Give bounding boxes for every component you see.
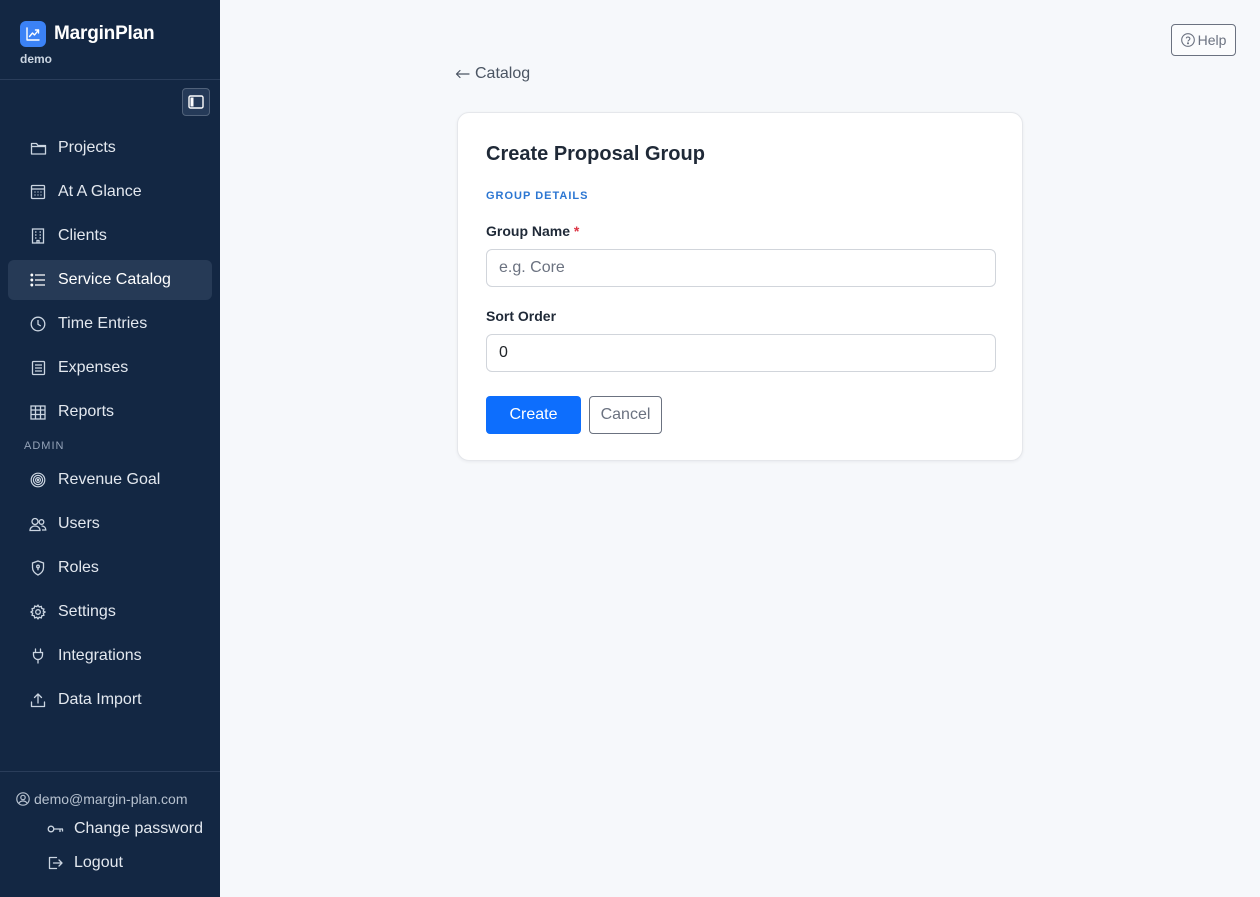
sidebar-item-service-catalog[interactable]: Service Catalog bbox=[8, 260, 212, 300]
upload-icon bbox=[29, 691, 47, 709]
group-name-input[interactable] bbox=[486, 249, 996, 287]
sidebar-item-label: Data Import bbox=[58, 691, 142, 708]
sidebar-item-clients[interactable]: Clients bbox=[8, 216, 212, 256]
logout-label: Logout bbox=[74, 854, 123, 871]
group-name-label-text: Group Name bbox=[486, 223, 571, 239]
sidebar-toggle-icon bbox=[188, 95, 204, 109]
sidebar-item-label: Projects bbox=[58, 139, 116, 156]
sidebar-item-label: Integrations bbox=[58, 647, 142, 664]
list-icon bbox=[29, 271, 47, 289]
sidebar-item-label: At A Glance bbox=[58, 183, 142, 200]
page-title: Create Proposal Group bbox=[486, 143, 705, 165]
back-to-catalog-link[interactable]: Catalog bbox=[455, 65, 530, 83]
sidebar-item-label: Reports bbox=[58, 403, 115, 420]
back-label: Catalog bbox=[475, 65, 531, 82]
sidebar-item-settings[interactable]: Settings bbox=[8, 592, 212, 632]
section-heading: GROUP DETAILS bbox=[486, 190, 589, 202]
chart-line-icon bbox=[20, 21, 46, 47]
sidebar-item-integrations[interactable]: Integrations bbox=[8, 636, 212, 676]
sidebar-item-revenue-goal[interactable]: Revenue Goal bbox=[8, 460, 212, 500]
sidebar-item-at-a-glance[interactable]: At A Glance bbox=[8, 172, 212, 212]
sidebar-item-label: Service Catalog bbox=[58, 271, 171, 288]
group-name-label: Group Name * bbox=[486, 223, 579, 239]
sidebar-item-users[interactable]: Users bbox=[8, 504, 212, 544]
sidebar-toggle-button[interactable] bbox=[182, 88, 210, 116]
receipt-icon bbox=[29, 359, 47, 377]
key-icon bbox=[46, 820, 64, 838]
change-password-link[interactable]: Change password bbox=[46, 820, 203, 838]
create-button[interactable]: Create bbox=[486, 396, 581, 434]
table-icon bbox=[29, 403, 47, 421]
arrow-left-icon bbox=[455, 69, 470, 79]
sidebar-item-label: Roles bbox=[58, 559, 99, 576]
tenant-name: demo bbox=[20, 52, 53, 66]
help-button[interactable]: Help bbox=[1171, 24, 1236, 56]
sidebar-footer: demo@margin-plan.com Change password Log… bbox=[0, 771, 220, 897]
user-email-text: demo@margin-plan.com bbox=[34, 791, 188, 807]
plug-icon bbox=[29, 647, 47, 665]
sidebar-item-label: Settings bbox=[58, 603, 116, 620]
logout-icon bbox=[46, 854, 64, 872]
sort-order-input[interactable] bbox=[486, 334, 996, 372]
sidebar-item-label: Users bbox=[58, 515, 100, 532]
user-circle-icon bbox=[16, 792, 30, 806]
help-label: Help bbox=[1197, 32, 1227, 48]
admin-section-label: ADMIN bbox=[24, 440, 65, 452]
folder-icon bbox=[29, 139, 47, 157]
user-email: demo@margin-plan.com bbox=[16, 791, 188, 807]
sort-order-label: Sort Order bbox=[486, 308, 557, 324]
sidebar-item-projects[interactable]: Projects bbox=[8, 128, 212, 168]
clock-icon bbox=[29, 315, 47, 333]
logout-link[interactable]: Logout bbox=[46, 854, 123, 872]
required-indicator: * bbox=[573, 223, 580, 239]
change-password-label: Change password bbox=[74, 820, 203, 837]
sidebar-nav: Projects At A Glance Clients Service Cat… bbox=[8, 128, 212, 724]
sidebar-item-label: Revenue Goal bbox=[58, 471, 161, 488]
shield-icon bbox=[29, 559, 47, 577]
brand: MarginPlan demo bbox=[0, 0, 220, 80]
sidebar: MarginPlan demo Projects At A Glance Cli… bbox=[0, 0, 220, 897]
app-name: MarginPlan bbox=[54, 23, 155, 44]
create-proposal-group-card: Create Proposal Group GROUP DETAILS Grou… bbox=[457, 112, 1023, 461]
target-icon bbox=[29, 471, 47, 489]
sidebar-item-reports[interactable]: Reports bbox=[8, 392, 212, 432]
building-icon bbox=[29, 227, 47, 245]
sidebar-item-time-entries[interactable]: Time Entries bbox=[8, 304, 212, 344]
sidebar-item-roles[interactable]: Roles bbox=[8, 548, 212, 588]
sidebar-item-label: Clients bbox=[58, 227, 107, 244]
sidebar-item-data-import[interactable]: Data Import bbox=[8, 680, 212, 720]
sidebar-item-label: Expenses bbox=[58, 359, 129, 376]
question-circle-icon bbox=[1180, 33, 1195, 47]
sidebar-item-expenses[interactable]: Expenses bbox=[8, 348, 212, 388]
calendar-grid-icon bbox=[29, 183, 47, 201]
users-icon bbox=[29, 515, 47, 533]
gear-icon bbox=[29, 603, 47, 621]
cancel-button[interactable]: Cancel bbox=[589, 396, 662, 434]
sidebar-item-label: Time Entries bbox=[58, 315, 148, 332]
